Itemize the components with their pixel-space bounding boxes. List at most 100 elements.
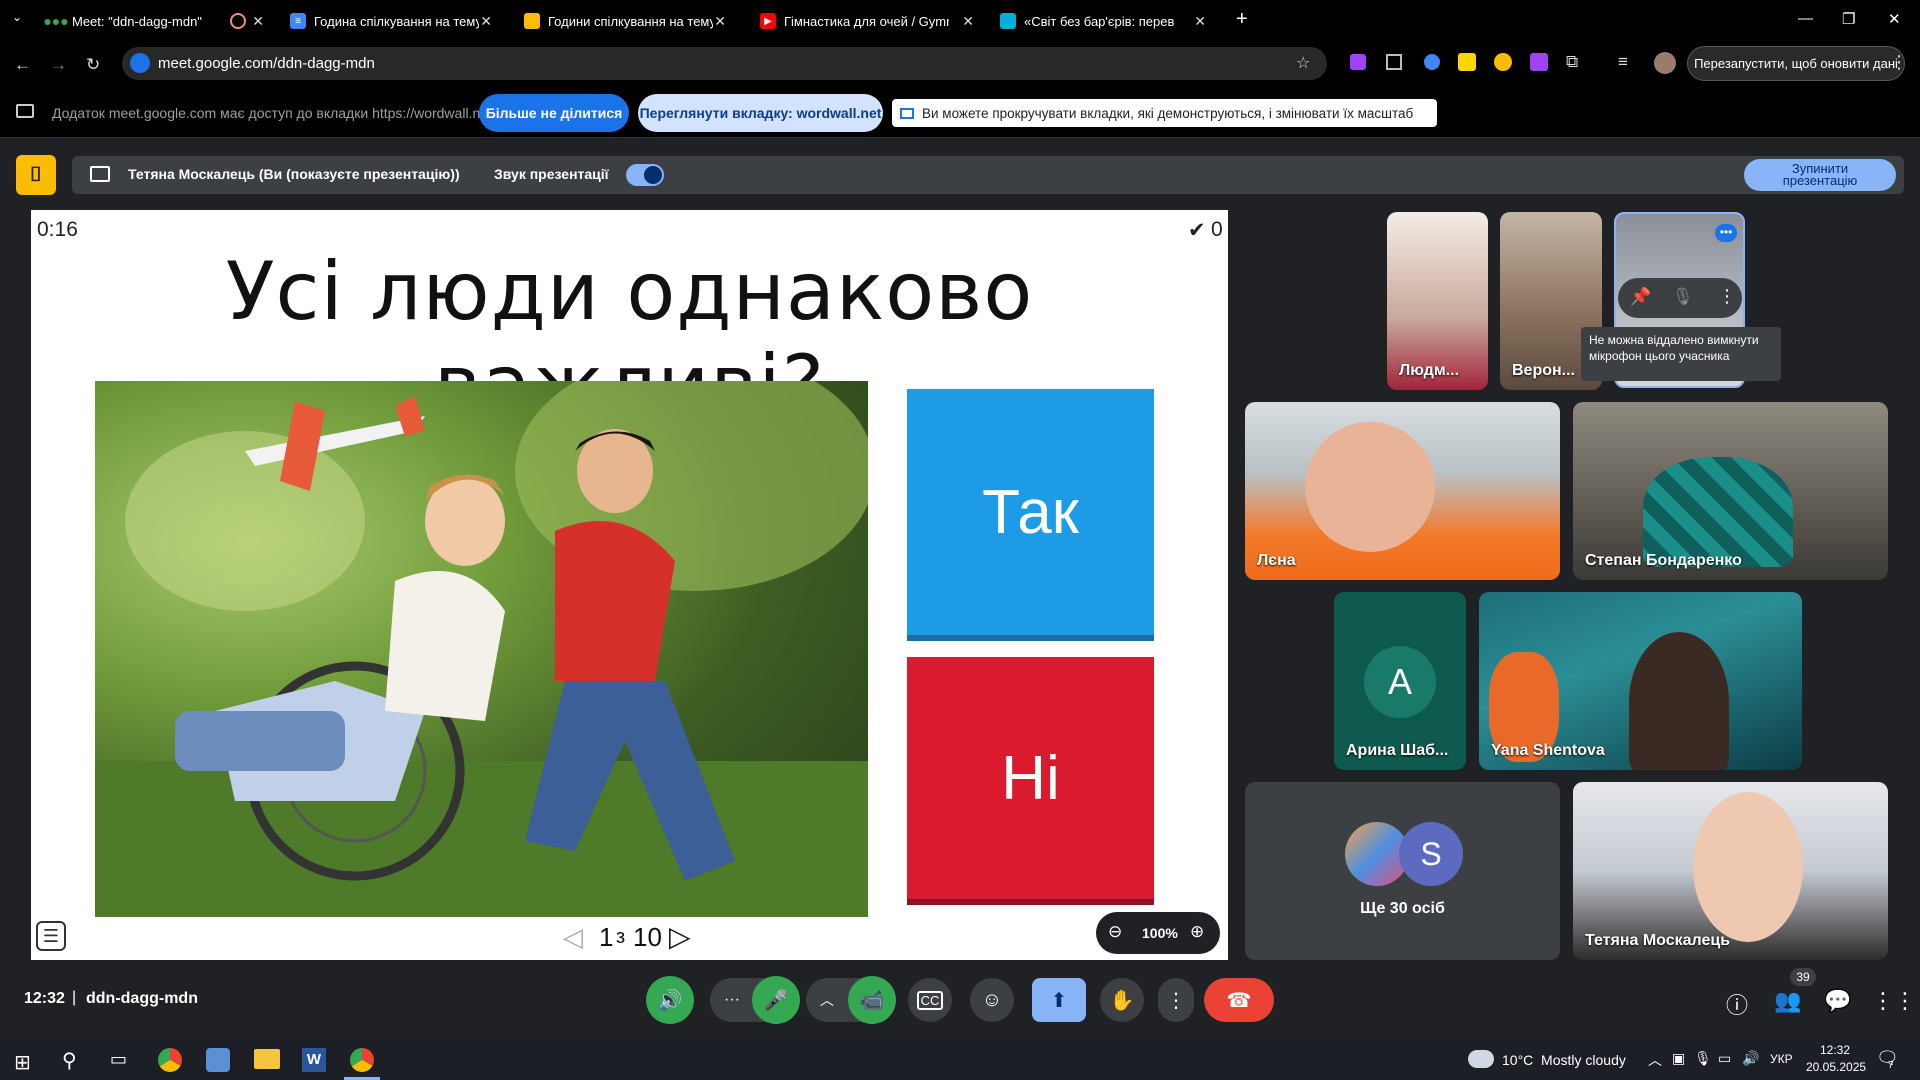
sound-toggle[interactable] bbox=[626, 164, 664, 186]
pin-icon[interactable]: 📌 bbox=[1630, 287, 1651, 307]
camera-options-icon[interactable]: ︿ bbox=[820, 990, 834, 1010]
tray-chevron-icon[interactable]: ︿ bbox=[1648, 1050, 1662, 1070]
extension-translate-icon[interactable] bbox=[1386, 54, 1402, 70]
extension-pen-icon[interactable] bbox=[1350, 54, 1366, 70]
answer-no-button[interactable]: Ні bbox=[907, 657, 1154, 899]
profile-avatar[interactable] bbox=[1654, 52, 1676, 74]
reactions-button[interactable]: ☺ bbox=[970, 978, 1014, 1022]
view-tab-button[interactable]: Переглянути вкладку: wordwall.net bbox=[638, 94, 883, 132]
camera-icon[interactable]: 📹 bbox=[848, 976, 896, 1024]
zoom-out-icon[interactable]: ⊖ bbox=[1108, 922, 1122, 942]
restore-icon[interactable]: ❐ bbox=[1842, 10, 1855, 28]
search-icon[interactable]: ⚲ bbox=[62, 1048, 77, 1073]
bookmark-star-icon[interactable]: ☆ bbox=[1296, 53, 1310, 73]
new-tab-icon[interactable]: + bbox=[1236, 8, 1248, 31]
clock-date[interactable]: 20.05.2025 bbox=[1806, 1060, 1866, 1074]
extension-blue-icon[interactable] bbox=[1424, 54, 1440, 70]
notification-count: 7 bbox=[1888, 1060, 1894, 1071]
share-message: Додаток meet.google.com має доступ до вк… bbox=[52, 105, 492, 121]
clock-time[interactable]: 12:32 bbox=[1820, 1043, 1850, 1057]
reload-icon[interactable]: ↻ bbox=[86, 55, 100, 75]
emoji-icon: ☺ bbox=[981, 988, 1003, 1011]
others-count-label: Ще 30 осіб bbox=[1360, 900, 1445, 917]
meeting-info-icon[interactable]: ⓘ bbox=[1726, 988, 1748, 1020]
presenter-bar: Тетяна Москалець (Ви (показуєте презента… bbox=[72, 156, 1904, 194]
volume-icon[interactable]: 🔊 bbox=[1742, 1050, 1759, 1067]
task-view-icon[interactable]: ▭ bbox=[110, 1049, 127, 1070]
window-close-icon[interactable]: ✕ bbox=[1888, 10, 1901, 28]
tray-mic-icon[interactable]: 🎙 bbox=[1694, 1050, 1712, 1067]
language-indicator[interactable]: УКР bbox=[1770, 1052, 1793, 1066]
stop-sharing-button[interactable]: Більше не ділитися bbox=[479, 94, 629, 132]
chrome-active-icon[interactable] bbox=[350, 1048, 374, 1072]
participant-tile[interactable]: Тетяна Москалець bbox=[1573, 782, 1888, 960]
restart-update-button[interactable]: Перезапустити, щоб оновити дані bbox=[1687, 46, 1905, 81]
file-explorer-icon[interactable] bbox=[254, 1049, 280, 1069]
network-icon[interactable]: ▭ bbox=[1718, 1050, 1731, 1067]
chat-icon[interactable]: 💬 bbox=[1824, 988, 1851, 1014]
participant-tile[interactable]: Степан Бондаренко bbox=[1573, 402, 1888, 580]
close-icon[interactable]: ✕ bbox=[480, 13, 492, 30]
stop-presenting-button[interactable]: Зупинити презентацію bbox=[1744, 159, 1896, 191]
people-icon[interactable]: 👥 bbox=[1774, 988, 1801, 1014]
mic-control[interactable]: ··· 🎤 bbox=[710, 976, 800, 1024]
tab-docs[interactable]: ≡ Година спілкування на тему: « ✕ bbox=[282, 6, 500, 36]
tab-search-icon[interactable]: ⌄ bbox=[12, 10, 22, 24]
speaker-icon: 🔊 bbox=[657, 989, 683, 1012]
raise-hand-button[interactable]: ✋ bbox=[1100, 978, 1144, 1022]
participant-tile[interactable]: Yana Shentova bbox=[1479, 592, 1802, 770]
close-icon[interactable]: ✕ bbox=[252, 13, 264, 30]
activities-icon[interactable]: ⌷ bbox=[16, 155, 56, 195]
participant-tile[interactable]: Людм... bbox=[1387, 212, 1488, 390]
tab-wordwall[interactable]: «Світ без бар'єрів: перевір ✕ bbox=[992, 6, 1214, 36]
site-info-icon[interactable] bbox=[130, 53, 150, 73]
address-bar[interactable]: meet.google.com/ddn-dagg-mdn ☆ bbox=[122, 47, 1327, 80]
tab-icon bbox=[900, 107, 914, 119]
quiz-score: 0 bbox=[1211, 218, 1223, 241]
media-control-icon[interactable]: ≡ bbox=[1618, 52, 1628, 72]
more-options-icon[interactable]: ••• bbox=[1715, 224, 1737, 242]
tray-app-icon[interactable]: ▣ bbox=[1672, 1050, 1685, 1067]
close-icon[interactable]: ✕ bbox=[1194, 13, 1206, 30]
word-icon[interactable]: W bbox=[302, 1048, 326, 1072]
close-icon[interactable]: ✕ bbox=[714, 13, 726, 30]
next-icon[interactable]: ▷ bbox=[669, 920, 691, 953]
speaker-button[interactable]: 🔊 bbox=[646, 976, 694, 1024]
mic-options-icon[interactable]: ··· bbox=[724, 991, 740, 1009]
participant-face bbox=[1629, 632, 1729, 770]
leave-call-button[interactable]: ☎ bbox=[1204, 978, 1274, 1022]
participant-tile[interactable]: А Арина Шаб... bbox=[1334, 592, 1466, 770]
close-icon[interactable]: ✕ bbox=[962, 13, 974, 30]
more-participants-tile[interactable]: S Ще 30 осіб bbox=[1245, 782, 1560, 960]
chrome-icon[interactable] bbox=[158, 1048, 182, 1072]
present-button[interactable]: ⬆ bbox=[1032, 978, 1086, 1022]
tab-title: Гімнастика для очей / Gymnas bbox=[784, 13, 949, 29]
more-options-button[interactable]: ⋮ bbox=[1158, 978, 1194, 1022]
activities-grid-icon[interactable]: ⋮⋮ bbox=[1872, 988, 1916, 1014]
extensions-puzzle-icon[interactable]: ⧉ bbox=[1566, 52, 1578, 72]
minimize-icon[interactable]: — bbox=[1798, 10, 1813, 27]
tab-youtube[interactable]: ▶ Гімнастика для очей / Gymnas ✕ bbox=[752, 6, 982, 36]
zoom-level: 100% bbox=[1142, 925, 1178, 941]
extension-yellow-icon[interactable] bbox=[1458, 53, 1476, 71]
quiz-timer: 0:16 bbox=[37, 218, 78, 241]
mic-icon[interactable]: 🎤 bbox=[752, 976, 800, 1024]
extension-emoji-icon[interactable] bbox=[1494, 53, 1512, 71]
tab-slides[interactable]: Години спілкування на тему: « ✕ bbox=[516, 6, 734, 36]
tab-meet[interactable]: ●●● Meet: "ddn-dagg-mdn" bbox=[40, 6, 226, 36]
zoom-in-icon[interactable]: ⊕ bbox=[1190, 922, 1204, 942]
participant-tile[interactable]: Лєна bbox=[1245, 402, 1560, 580]
captions-button[interactable]: CC bbox=[908, 978, 952, 1022]
start-icon[interactable]: ⊞ bbox=[14, 1050, 31, 1075]
extension-b-icon[interactable] bbox=[1530, 53, 1548, 71]
prev-icon[interactable]: ◁ bbox=[563, 922, 583, 953]
menu-list-icon[interactable]: ☰ bbox=[36, 921, 66, 951]
tile-menu-icon[interactable]: ⋮ bbox=[1718, 286, 1736, 307]
browser-menu-icon[interactable]: ⋮ bbox=[1890, 52, 1908, 73]
camera-control[interactable]: ︿ 📹 bbox=[806, 976, 896, 1024]
back-icon[interactable]: ← bbox=[14, 55, 31, 75]
answer-yes-button[interactable]: Так bbox=[907, 389, 1154, 635]
app-icon[interactable] bbox=[206, 1048, 230, 1072]
forward-icon[interactable]: → bbox=[50, 55, 67, 75]
tab-recording[interactable]: ✕ bbox=[222, 6, 264, 36]
